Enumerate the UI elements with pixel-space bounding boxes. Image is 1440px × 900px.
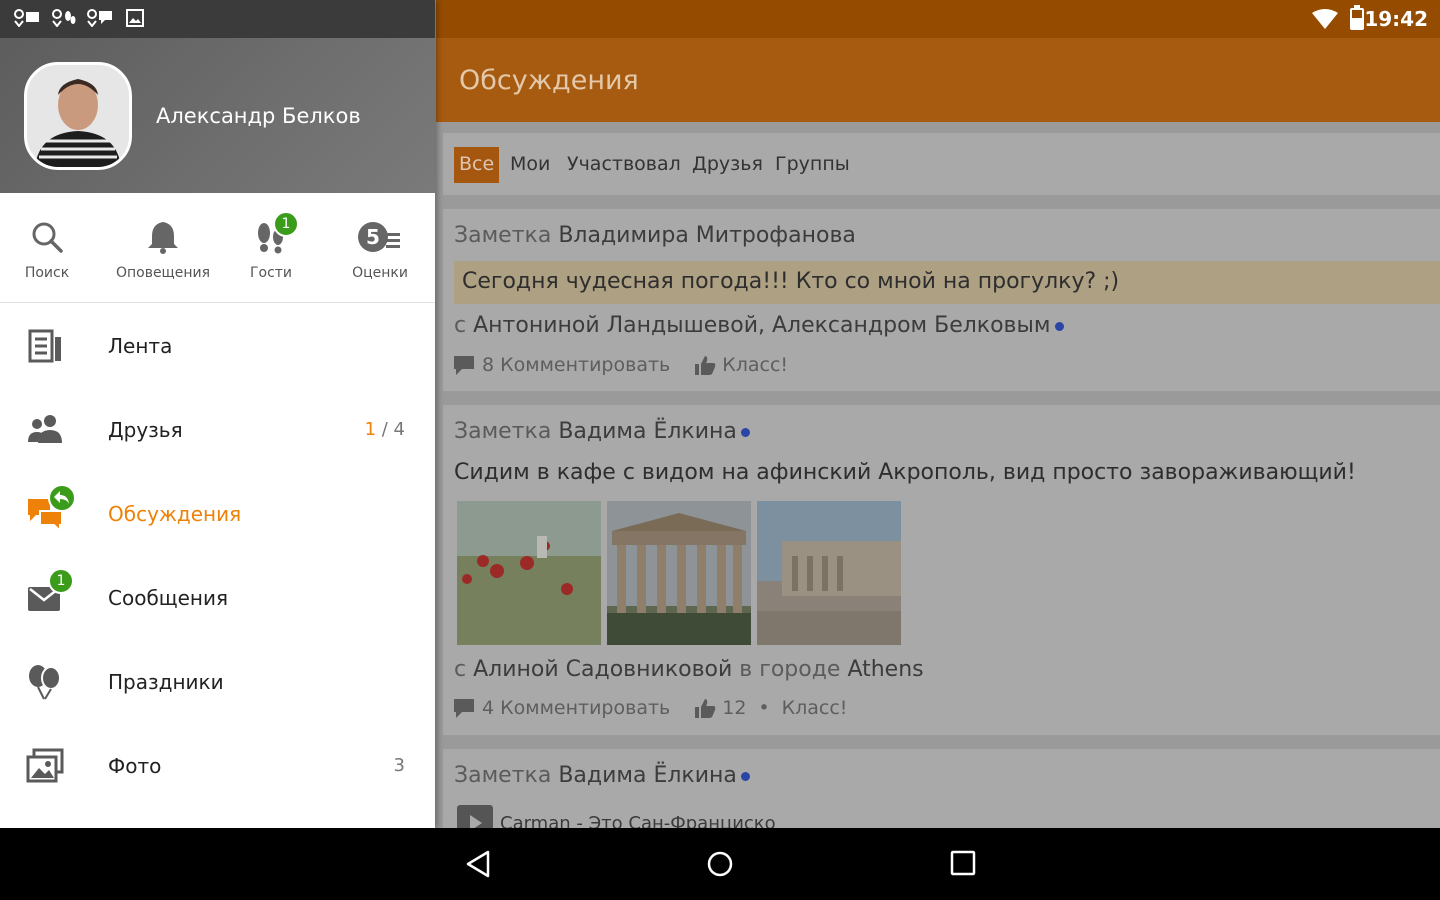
nav-item-holidays[interactable]: Праздники — [0, 640, 435, 724]
separator-dot: • — [758, 697, 770, 719]
like-count[interactable]: 12 — [722, 697, 746, 719]
nav-label: Лента — [108, 334, 173, 358]
post-photos — [457, 501, 901, 645]
guests-button[interactable]: 1 Гости — [221, 211, 321, 281]
ratings-label: Оценки — [352, 265, 408, 281]
audio-title: Carman - Это Сан-Франциско — [500, 812, 776, 829]
app-bar: Обсуждения — [436, 38, 1440, 122]
post-text: Сидим в кафе с видом на афинский Акропол… — [454, 460, 1356, 485]
nav-item-discussions[interactable]: Обсуждения — [0, 472, 435, 556]
ok-guests-icon — [52, 9, 76, 31]
messages-badge: 1 — [48, 568, 74, 594]
system-navigation-bar — [0, 828, 1440, 900]
post-actions: 8 Комментировать Класс! — [452, 354, 788, 376]
avatar[interactable] — [24, 62, 132, 170]
balloons-icon — [29, 665, 61, 700]
post-author[interactable]: Заметка Владимира Митрофанова — [454, 223, 856, 248]
audio-track[interactable]: Carman - Это Сан-Франциско — [457, 805, 776, 828]
photo-poppies[interactable] — [457, 501, 601, 645]
nav-label: Друзья — [108, 418, 183, 442]
post-city[interactable]: Athens — [847, 657, 923, 682]
like-icon — [695, 699, 716, 718]
home-icon[interactable] — [706, 850, 734, 878]
ratings-button[interactable]: 5 Оценки — [330, 215, 430, 281]
post-with: с Алиной Садовниковой в городе Athens — [454, 657, 924, 682]
search-button[interactable]: Поиск — [0, 215, 97, 281]
discussion-card[interactable]: Заметка Владимира Митрофанова Сегодня чу… — [443, 209, 1440, 391]
image-icon — [126, 9, 144, 31]
nav-label: Сообщения — [108, 586, 229, 610]
comment-button[interactable]: 8 Комментировать — [482, 354, 670, 376]
filter-tabs: Все Мои Участвовал Друзья Группы — [443, 133, 1440, 195]
notifications-label: Оповещения — [115, 265, 211, 281]
page-title: Обсуждения — [459, 65, 639, 96]
nav-label: Обсуждения — [108, 502, 242, 526]
post-author[interactable]: Заметка Вадима Ёлкина — [454, 419, 750, 444]
tab-all[interactable]: Все — [454, 147, 500, 183]
discussion-card[interactable]: Заметка Вадима Ёлкина Сидим в кафе с вид… — [443, 405, 1440, 735]
status-bar-notifications — [0, 0, 435, 38]
nav-item-friends[interactable]: Друзья 1 / 4 — [0, 388, 435, 472]
ok-messages-icon — [87, 9, 113, 31]
tab-friends[interactable]: Друзья — [687, 147, 768, 183]
status-bar: 19:42 — [436, 0, 1440, 38]
nav-item-photos[interactable]: Фото 3 — [0, 724, 435, 808]
post-with: с Антониной Ландышевой, Александром Белк… — [454, 313, 1064, 338]
photo-icon — [26, 748, 64, 783]
back-icon[interactable] — [464, 850, 492, 878]
photos-count: 3 — [393, 755, 405, 776]
feed-icon — [28, 329, 61, 363]
search-icon — [32, 222, 63, 253]
discussion-card[interactable]: Заметка Вадима Ёлкина Carman - Это Сан-Ф… — [443, 749, 1440, 828]
profile-name: Александр Белков — [156, 104, 361, 128]
ratings-icon: 5 — [330, 215, 430, 259]
profile-header[interactable]: Александр Белков — [0, 38, 435, 193]
tab-groups[interactable]: Группы — [770, 147, 855, 183]
unread-dot — [740, 427, 750, 437]
bell-icon — [148, 222, 178, 254]
post-text: Сегодня чудесная погода!!! Кто со мной н… — [454, 261, 1440, 304]
comment-icon — [454, 699, 474, 718]
photo-temple[interactable] — [607, 501, 751, 645]
comment-button[interactable]: 4 Комментировать — [482, 697, 670, 719]
like-button[interactable]: Класс! — [782, 697, 848, 719]
tab-mine[interactable]: Мои — [505, 147, 555, 183]
tab-participated[interactable]: Участвовал — [562, 147, 686, 183]
friends-icon — [28, 415, 62, 443]
play-icon[interactable] — [457, 805, 493, 828]
photo-acropolis[interactable] — [757, 501, 901, 645]
like-button[interactable]: Класс! — [722, 354, 788, 376]
nav-label: Праздники — [108, 670, 224, 694]
notifications-button[interactable]: Оповещения — [113, 215, 213, 281]
battery-icon — [1350, 5, 1364, 30]
friends-count: 1 / 4 — [364, 419, 405, 440]
post-actions: 4 Комментировать 12 • Класс! — [452, 697, 847, 719]
unread-dot — [1054, 321, 1064, 331]
clock: 19:42 — [1364, 7, 1428, 31]
nav-label: Фото — [108, 754, 162, 778]
reply-badge-icon — [48, 484, 76, 512]
post-author[interactable]: Заметка Вадима Ёлкина — [454, 763, 750, 788]
recents-icon[interactable] — [950, 850, 976, 876]
like-icon — [695, 356, 716, 375]
nav-item-feed[interactable]: Лента — [0, 304, 435, 388]
quick-actions: Поиск Оповещения 1 Гости 5 Оценки — [0, 193, 435, 303]
wifi-icon — [1312, 9, 1338, 29]
search-label: Поиск — [24, 265, 70, 281]
nav-item-messages[interactable]: 1 Сообщения — [0, 556, 435, 640]
unread-dot — [740, 771, 750, 781]
guests-label: Гости — [249, 265, 293, 281]
comment-icon — [454, 356, 474, 375]
guests-badge: 1 — [273, 211, 299, 237]
ok-mail-icon — [14, 9, 40, 31]
navigation-drawer: Александр Белков Поиск Оповещения 1 Гост… — [0, 0, 435, 828]
